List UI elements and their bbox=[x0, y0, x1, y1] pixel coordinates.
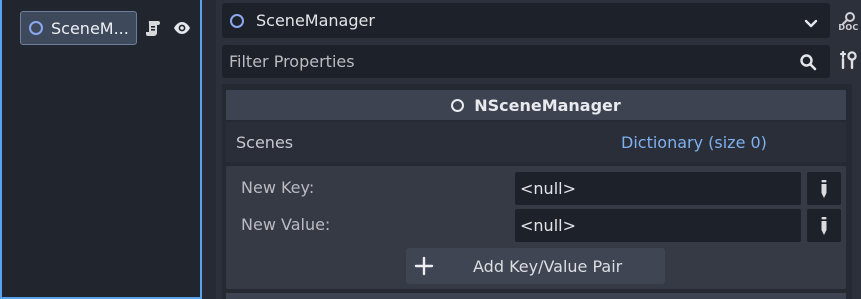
scrollbar-gutter[interactable] bbox=[852, 84, 861, 299]
node-circle-icon bbox=[451, 98, 465, 112]
new-key-label: New Key: bbox=[241, 178, 315, 197]
pencil-icon bbox=[821, 179, 827, 198]
new-value-field[interactable]: <null> bbox=[515, 209, 801, 242]
search-icon bbox=[799, 53, 817, 75]
property-name: Scenes bbox=[236, 132, 294, 152]
add-key-value-pair-button[interactable]: Add Key/Value Pair bbox=[406, 248, 665, 284]
scene-node-selected[interactable]: SceneM... bbox=[20, 11, 137, 45]
tools-icon[interactable] bbox=[838, 50, 858, 75]
node-circle-icon bbox=[230, 13, 244, 28]
eye-icon[interactable] bbox=[172, 20, 192, 36]
property-row-scenes[interactable]: Scenes Dictionary (size 0) bbox=[226, 122, 846, 162]
plus-icon bbox=[414, 256, 434, 280]
scene-node-icons bbox=[144, 19, 192, 37]
doc-label: DOC bbox=[838, 22, 859, 32]
object-name: SceneManager bbox=[256, 11, 375, 30]
open-docs-button[interactable]: DOC bbox=[836, 6, 861, 36]
new-key-field[interactable]: <null> bbox=[515, 172, 801, 205]
class-section-header[interactable]: NSceneManager bbox=[226, 90, 846, 120]
property-value-dictionary[interactable]: Dictionary (size 0) bbox=[621, 133, 767, 152]
edit-value-type-button[interactable] bbox=[807, 209, 841, 242]
object-selector[interactable]: SceneManager bbox=[222, 3, 830, 38]
scene-tree-row[interactable]: SceneM... bbox=[20, 11, 200, 45]
script-icon[interactable] bbox=[144, 19, 162, 37]
chevron-down-icon[interactable] bbox=[804, 14, 818, 33]
class-name: NSceneManager bbox=[474, 95, 621, 115]
add-pair-label: Add Key/Value Pair bbox=[473, 256, 623, 276]
scene-node-label: SceneM... bbox=[51, 18, 129, 38]
next-section-header bbox=[226, 293, 846, 299]
node-circle-icon bbox=[29, 21, 43, 35]
filter-placeholder: Filter Properties bbox=[229, 52, 355, 71]
new-value-label: New Value: bbox=[241, 215, 331, 234]
filter-properties-input[interactable]: Filter Properties bbox=[222, 45, 830, 78]
pencil-icon bbox=[821, 216, 827, 235]
scene-tree-panel: SceneM... bbox=[0, 0, 202, 299]
editor-root: SceneM... SceneManager DOC Filter Proper… bbox=[0, 0, 861, 299]
edit-key-type-button[interactable] bbox=[807, 172, 841, 205]
